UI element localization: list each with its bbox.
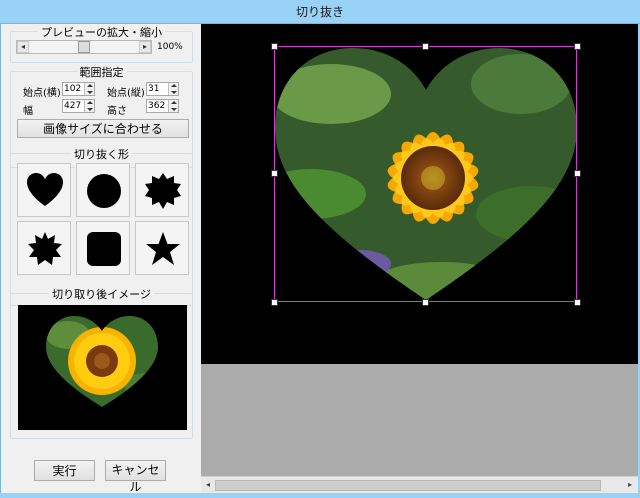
start-y-stepper[interactable] xyxy=(146,82,179,96)
result-preview-image xyxy=(18,305,187,430)
horizontal-scrollbar[interactable]: ◂ ▸ xyxy=(201,476,638,493)
rounded-square-icon xyxy=(87,232,121,266)
zoom-slider-right-arrow-icon[interactable]: ▸ xyxy=(139,41,151,53)
handle-bottom-left[interactable] xyxy=(271,299,278,306)
shape-star-button[interactable] xyxy=(135,221,189,275)
shape-flower-button[interactable] xyxy=(17,221,71,275)
shape-starburst-button[interactable] xyxy=(135,163,189,217)
empty-area xyxy=(201,364,638,476)
result-preview-title: 切り取り後イメージ xyxy=(49,288,154,301)
crop-canvas[interactable] xyxy=(201,24,638,364)
handle-top-right[interactable] xyxy=(574,43,581,50)
start-x-spin-icon[interactable] xyxy=(84,83,94,95)
preview-zoom-title: プレビューの拡大・縮小 xyxy=(38,26,165,39)
handle-top-center[interactable] xyxy=(422,43,429,50)
cancel-button[interactable]: キャンセル xyxy=(105,460,166,494)
fit-image-size-button[interactable]: 画像サイズに合わせる xyxy=(17,119,189,138)
width-input[interactable] xyxy=(63,100,84,112)
window-title: 切り抜き xyxy=(0,0,640,24)
start-x-label: 始点(横) xyxy=(23,88,61,99)
handle-bottom-right[interactable] xyxy=(574,299,581,306)
start-x-stepper[interactable] xyxy=(62,82,95,96)
handle-bottom-center[interactable] xyxy=(422,299,429,306)
width-label: 幅 xyxy=(23,106,33,117)
flower-icon xyxy=(28,232,62,265)
shape-circle-button[interactable] xyxy=(76,163,130,217)
handle-middle-left[interactable] xyxy=(271,170,278,177)
start-y-spin-icon[interactable] xyxy=(168,83,178,95)
shape-heart-button[interactable] xyxy=(17,163,71,217)
height-label: 高さ xyxy=(107,106,127,117)
selection-rectangle[interactable] xyxy=(274,46,577,302)
circle-icon xyxy=(87,174,121,208)
star-icon xyxy=(146,232,180,265)
handle-middle-right[interactable] xyxy=(574,170,581,177)
shapes-title: 切り抜く形 xyxy=(71,148,132,161)
run-button[interactable]: 実行 xyxy=(34,460,95,481)
scroll-left-arrow-icon[interactable]: ◂ xyxy=(202,479,214,491)
settings-pane: プレビューの拡大・縮小 ◂ ▸ 100% 範囲指定 始点(横) 始点(縦) 幅 … xyxy=(0,24,199,498)
start-y-input[interactable] xyxy=(147,83,168,95)
height-spin-icon[interactable] xyxy=(168,100,178,112)
width-stepper[interactable] xyxy=(62,99,95,113)
shape-rounded-square-button[interactable] xyxy=(76,221,130,275)
height-stepper[interactable] xyxy=(146,99,179,113)
starburst-icon xyxy=(145,173,181,209)
zoom-slider-left-arrow-icon[interactable]: ◂ xyxy=(17,41,29,53)
window-frame-bottom xyxy=(0,493,640,498)
start-y-label: 始点(縦) xyxy=(107,88,145,99)
heart-icon xyxy=(27,173,63,206)
width-spin-icon[interactable] xyxy=(84,100,94,112)
range-title: 範囲指定 xyxy=(76,66,127,79)
scrollbar-thumb[interactable] xyxy=(215,480,601,491)
zoom-slider-thumb[interactable] xyxy=(78,41,90,53)
start-x-input[interactable] xyxy=(63,83,84,95)
height-input[interactable] xyxy=(147,100,168,112)
scroll-right-arrow-icon[interactable]: ▸ xyxy=(624,479,636,491)
handle-top-left[interactable] xyxy=(271,43,278,50)
zoom-slider[interactable]: ◂ ▸ xyxy=(16,40,152,54)
zoom-value: 100% xyxy=(157,42,183,52)
